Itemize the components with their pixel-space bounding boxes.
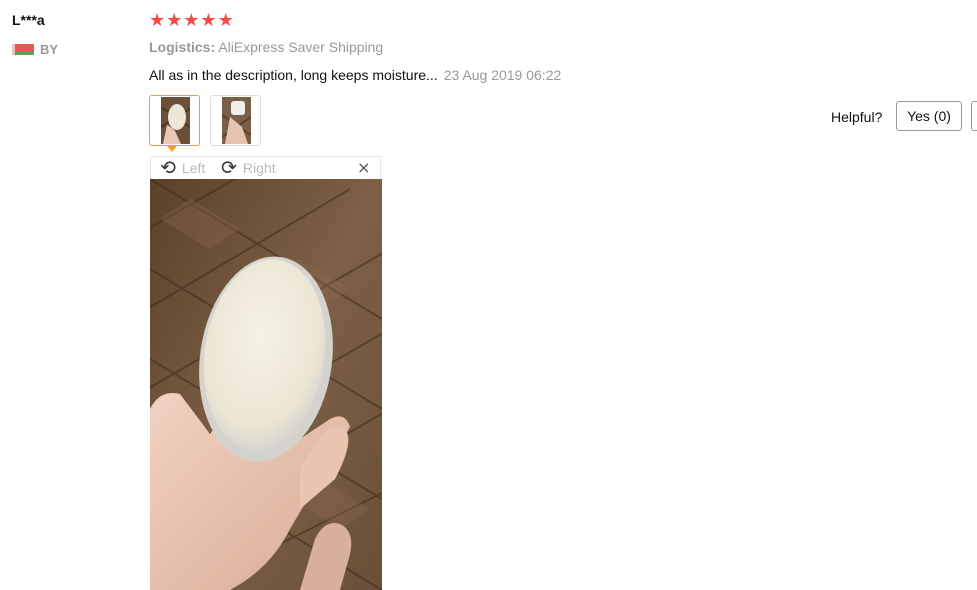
logistics-label: Logistics: — [149, 39, 216, 55]
thumbnail-image — [161, 97, 190, 144]
review-photo-thumbnail[interactable] — [149, 95, 200, 146]
rating-stars: ★ ★ ★ ★ ★ — [149, 11, 234, 31]
close-icon[interactable]: × — [357, 158, 370, 177]
helpful-no-button[interactable] — [971, 101, 977, 131]
review-photo-large — [150, 179, 382, 590]
logistics-info: Logistics: AliExpress Saver Shipping — [149, 39, 383, 55]
rotate-right-label: Right — [242, 160, 276, 176]
image-viewer-toolbar: ⟲ Left ⟳ Right × — [150, 156, 381, 179]
review-photo-thumbnail[interactable] — [210, 95, 261, 146]
star-icon: ★ — [166, 10, 183, 31]
helpful-yes-button[interactable]: Yes (0) — [896, 101, 962, 131]
rotate-left-label: Left — [181, 160, 206, 176]
country-flag-icon — [12, 44, 34, 55]
logistics-value: AliExpress Saver Shipping — [218, 39, 384, 55]
rotate-right-button[interactable]: ⟳ Right — [221, 157, 276, 179]
star-icon: ★ — [149, 10, 166, 31]
rotate-left-button[interactable]: ⟲ Left — [160, 157, 206, 179]
star-icon: ★ — [217, 10, 234, 31]
thumbnail-image — [222, 97, 251, 144]
review-text: All as in the description, long keeps mo… — [149, 67, 438, 83]
star-icon: ★ — [200, 10, 217, 31]
star-icon: ★ — [183, 10, 200, 31]
review-date: 23 Aug 2019 06:22 — [443, 67, 562, 83]
rotate-right-icon: ⟳ — [221, 157, 237, 179]
reviewer-country: BY — [40, 42, 59, 57]
reviewer-name: L***a — [12, 12, 45, 28]
active-thumbnail-caret — [167, 146, 177, 152]
rotate-left-icon: ⟲ — [160, 157, 176, 179]
review-content: All as in the description, long keeps mo… — [149, 67, 561, 83]
helpful-label: Helpful? — [831, 109, 883, 125]
